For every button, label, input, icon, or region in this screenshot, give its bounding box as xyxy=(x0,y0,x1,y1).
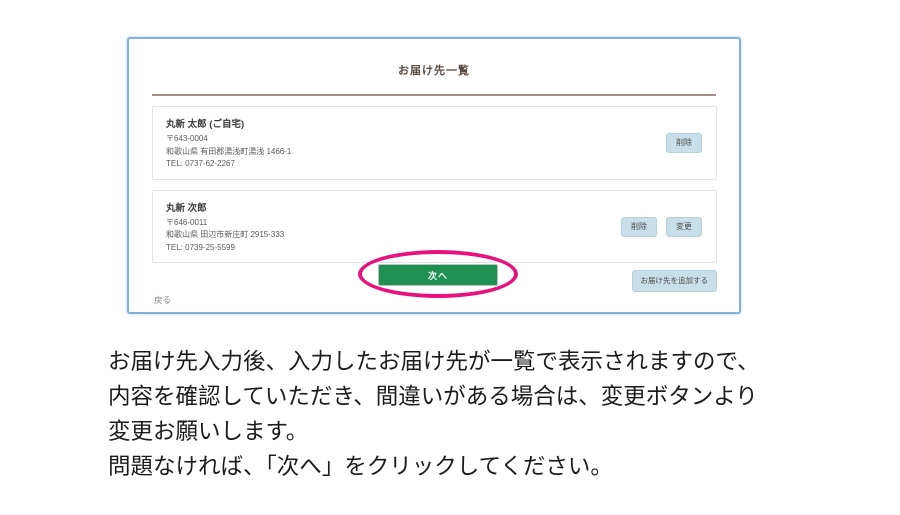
postal-code: 〒646-0011 xyxy=(166,217,284,230)
title-divider xyxy=(152,94,716,96)
delete-button[interactable]: 削除 xyxy=(621,217,657,237)
postal-code: 〒643-0004 xyxy=(166,133,291,146)
address-card: 丸新 次郎 〒646-0011 和歌山県 田辺市新庄町 2915-333 TEL… xyxy=(152,190,717,264)
recipient-name: 丸新 次郎 xyxy=(166,200,284,214)
instruction-line: 問題なければ、「次へ」をクリックしてください。 xyxy=(108,449,760,484)
instruction-line: お届け先入力後、入力したお届け先が一覧で表示されますので、 xyxy=(108,344,760,379)
add-address-button[interactable]: お届け先を追加する xyxy=(632,270,718,292)
panel-title: お届け先一覧 xyxy=(129,62,739,78)
address-text: 和歌山県 田辺市新庄町 2915-333 xyxy=(166,229,284,242)
change-button[interactable]: 変更 xyxy=(666,217,702,237)
back-link[interactable]: 戻る xyxy=(154,294,171,306)
address-card: 丸新 太郎 (ご自宅) 〒643-0004 和歌山県 有田郡湯浅町湯浅 1466… xyxy=(152,106,717,180)
address-info: 丸新 太郎 (ご自宅) 〒643-0004 和歌山県 有田郡湯浅町湯浅 1466… xyxy=(166,116,291,171)
delivery-address-list-panel: お届け先一覧 丸新 太郎 (ご自宅) 〒643-0004 和歌山県 有田郡湯浅町… xyxy=(127,37,741,314)
instruction-line: 内容を確認していただき、間違いがある場合は、変更ボタンより xyxy=(108,379,760,414)
phone-number: TEL: 0737-62-2267 xyxy=(166,158,291,171)
address-actions: 削除 xyxy=(666,133,702,153)
next-button[interactable]: 次へ xyxy=(378,264,498,286)
address-text: 和歌山県 有田郡湯浅町湯浅 1466-1 xyxy=(166,146,291,159)
instruction-line: 変更お願いします。 xyxy=(108,414,760,449)
phone-number: TEL: 0739-25-5599 xyxy=(166,242,284,255)
address-actions: 削除 変更 xyxy=(621,217,702,237)
recipient-name: 丸新 太郎 (ご自宅) xyxy=(166,116,291,130)
address-info: 丸新 次郎 〒646-0011 和歌山県 田辺市新庄町 2915-333 TEL… xyxy=(166,200,284,255)
delete-button[interactable]: 削除 xyxy=(666,133,702,153)
instruction-text: お届け先入力後、入力したお届け先が一覧で表示されますので、 内容を確認していただ… xyxy=(108,344,760,484)
